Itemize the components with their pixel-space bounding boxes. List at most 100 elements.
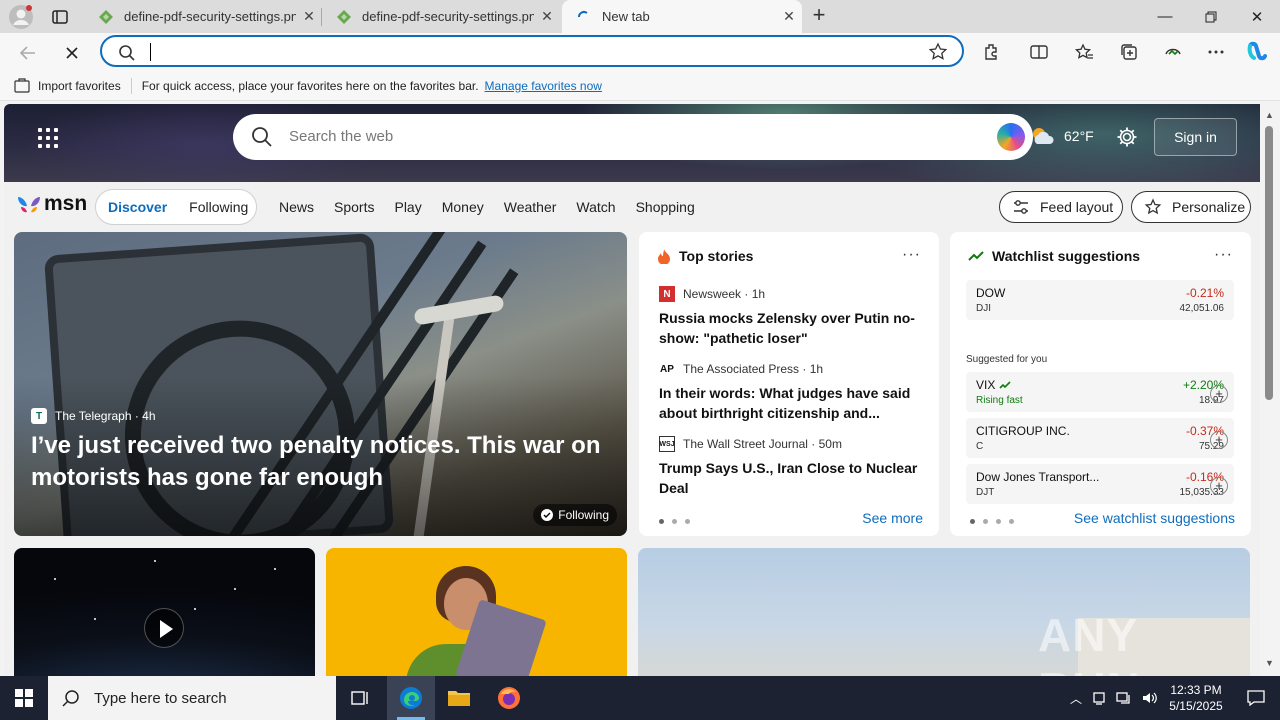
- close-window-button[interactable]: ✕: [1234, 0, 1280, 33]
- minimize-button[interactable]: —: [1142, 0, 1188, 33]
- weather-temp: 62°F: [1064, 128, 1094, 144]
- network-icon[interactable]: [1116, 691, 1132, 705]
- page-scrollbar[interactable]: ▲ ▼: [1260, 104, 1280, 676]
- favorites-hint: For quick access, place your favorites h…: [141, 78, 479, 93]
- copilot-search-icon[interactable]: [997, 123, 1025, 151]
- close-icon[interactable]: ✕: [534, 8, 560, 25]
- tab-2[interactable]: define-pdf-security-settings.png ✕: [322, 0, 560, 33]
- anyrun-watermark: ANY RUN: [1038, 609, 1140, 676]
- tab-discover[interactable]: Discover: [108, 199, 167, 215]
- watchlist-row[interactable]: DOW DJI -0.21% 42,051.06: [966, 280, 1234, 320]
- sign-in-button[interactable]: Sign in: [1154, 118, 1237, 156]
- list-item[interactable]: WSJ The Wall Street Journal · 50m Trump S…: [659, 436, 929, 498]
- story-title: Russia mocks Zelensky over Putin no-show…: [659, 310, 915, 346]
- search-icon: [119, 45, 135, 61]
- story-source: T The Telegraph · 4h: [31, 408, 156, 424]
- nav-news[interactable]: News: [279, 199, 314, 215]
- tab-title: define-pdf-security-settings.png: [362, 9, 534, 24]
- nav-money[interactable]: Money: [442, 199, 484, 215]
- more-options-icon[interactable]: ···: [1214, 246, 1233, 264]
- app-launcher-icon[interactable]: [38, 128, 58, 148]
- gear-icon[interactable]: [1116, 126, 1138, 148]
- top-stories-header: Top stories: [657, 248, 753, 264]
- close-icon[interactable]: ✕: [296, 8, 322, 25]
- watchlist-row[interactable]: VIX Rising fast +2.20% 18.97: [966, 372, 1234, 412]
- category-nav: News Sports Play Money Weather Watch Sho…: [279, 199, 715, 215]
- scroll-up-icon[interactable]: ▲: [1265, 110, 1274, 120]
- see-watchlist-link[interactable]: See watchlist suggestions: [1074, 510, 1235, 526]
- ap-logo-icon: AP: [660, 363, 674, 375]
- story-title: In their words: What judges have said ab…: [659, 385, 911, 421]
- manage-favorites-link[interactable]: Manage favorites now: [485, 79, 602, 93]
- back-button[interactable]: [16, 41, 40, 65]
- msn-logo[interactable]: msn: [16, 192, 87, 216]
- copilot-icon[interactable]: [1245, 40, 1269, 64]
- check-circle-icon: [541, 509, 554, 521]
- tab-new-tab[interactable]: New tab ✕: [562, 0, 802, 33]
- weather-widget[interactable]: 62°F: [1030, 126, 1094, 146]
- extensions-icon[interactable]: [979, 40, 1003, 64]
- promo-card[interactable]: [326, 548, 627, 676]
- green-diamond-icon: [99, 9, 113, 24]
- edge-taskbar-icon[interactable]: [387, 676, 435, 720]
- personalize-star-icon: [1144, 198, 1162, 215]
- settings-more-icon[interactable]: [1204, 40, 1228, 64]
- windows-start-icon[interactable]: [0, 676, 48, 720]
- news-image-card[interactable]: ANY RUN: [638, 548, 1250, 676]
- nav-weather[interactable]: Weather: [504, 199, 557, 215]
- carousel-dots[interactable]: [970, 519, 1022, 524]
- play-icon[interactable]: [144, 608, 184, 648]
- new-tab-button[interactable]: +: [808, 4, 830, 27]
- newsweek-logo-icon: N: [659, 286, 675, 302]
- address-input[interactable]: [148, 41, 908, 63]
- firefox-icon[interactable]: [485, 676, 533, 720]
- main-story-card[interactable]: T The Telegraph · 4h I’ve just received …: [14, 232, 627, 536]
- browser-essentials-icon[interactable]: [1161, 40, 1185, 64]
- tab-1[interactable]: define-pdf-security-settings.png ✕: [84, 0, 322, 33]
- list-item[interactable]: N Newsweek · 1h Russia mocks Zelensky ove…: [659, 286, 929, 348]
- import-favorites-button[interactable]: Import favorites: [14, 77, 121, 94]
- video-card[interactable]: [14, 548, 315, 676]
- favorite-star-icon[interactable]: [928, 42, 948, 62]
- nav-play[interactable]: Play: [394, 199, 421, 215]
- taskbar-search[interactable]: Type here to search: [48, 676, 336, 720]
- restore-button[interactable]: [1188, 0, 1234, 33]
- notifications-icon[interactable]: [1232, 676, 1280, 720]
- feed-layout-button[interactable]: Feed layout: [999, 191, 1123, 223]
- scroll-thumb[interactable]: [1265, 126, 1273, 400]
- add-to-watchlist-button[interactable]: +: [1210, 431, 1228, 449]
- nav-shopping[interactable]: Shopping: [636, 199, 695, 215]
- nav-sports[interactable]: Sports: [334, 199, 374, 215]
- chevron-up-icon[interactable]: ︿: [1070, 690, 1082, 707]
- web-search-box[interactable]: Search the web: [233, 114, 1033, 160]
- carousel-dots[interactable]: [659, 519, 698, 524]
- taskbar-clock[interactable]: 12:33 PM 5/15/2025: [1158, 682, 1234, 714]
- scroll-down-icon[interactable]: ▼: [1265, 658, 1274, 668]
- stop-loading-button[interactable]: [60, 41, 84, 65]
- split-screen-icon[interactable]: [1027, 40, 1051, 64]
- see-more-link[interactable]: See more: [862, 510, 923, 526]
- watchlist-row[interactable]: CITIGROUP INC. C -0.37% 75.29: [966, 418, 1234, 458]
- favorites-icon[interactable]: [1072, 40, 1096, 64]
- volume-icon[interactable]: [1142, 691, 1158, 705]
- personalize-button[interactable]: Personalize: [1131, 191, 1251, 223]
- tab-actions-icon[interactable]: [50, 7, 70, 27]
- watchlist-row[interactable]: Dow Jones Transport... DJT -0.16% 15,035…: [966, 464, 1234, 504]
- following-chip[interactable]: Following: [533, 504, 617, 526]
- add-to-watchlist-button[interactable]: +: [1210, 385, 1228, 403]
- more-options-icon[interactable]: ···: [902, 246, 921, 264]
- list-item[interactable]: AP The Associated Press · 1h In their wor…: [659, 361, 929, 423]
- close-icon[interactable]: ✕: [776, 8, 802, 25]
- nav-watch[interactable]: Watch: [576, 199, 615, 215]
- system-tray: ︿: [1070, 676, 1158, 720]
- task-view-icon[interactable]: [336, 676, 384, 720]
- device-icon[interactable]: [1092, 691, 1106, 705]
- story-headline[interactable]: I’ve just received two penalty notices. …: [31, 430, 611, 494]
- add-to-watchlist-button[interactable]: +: [1210, 477, 1228, 495]
- address-bar[interactable]: [100, 35, 964, 67]
- file-explorer-icon[interactable]: [435, 676, 483, 720]
- collections-icon[interactable]: [1117, 40, 1141, 64]
- tab-following[interactable]: Following: [189, 199, 248, 215]
- profile-icon[interactable]: [8, 4, 34, 30]
- msn-nav: msn Discover Following News Sports Play …: [4, 182, 1260, 232]
